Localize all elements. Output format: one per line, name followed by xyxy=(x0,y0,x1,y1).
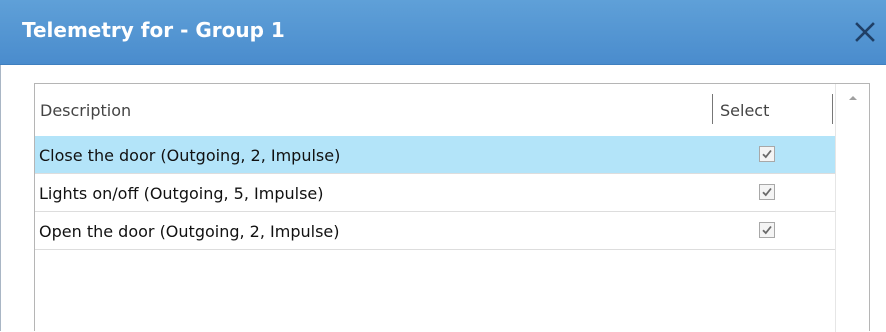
table-row[interactable]: Open the door (Outgoing, 2, Impulse) xyxy=(35,212,835,250)
checkmark-icon xyxy=(762,187,772,197)
select-checkbox[interactable] xyxy=(759,146,775,162)
window-title: Telemetry for - Group 1 xyxy=(22,18,285,42)
column-header-select[interactable]: Select xyxy=(720,101,769,120)
title-bar: Telemetry for - Group 1 xyxy=(0,0,886,65)
row-description: Lights on/off (Outgoing, 5, Impulse) xyxy=(39,184,324,203)
telemetry-dialog: Telemetry for - Group 1 Description Sele… xyxy=(0,0,886,332)
telemetry-table: Description Select Close the door (Outgo… xyxy=(34,83,870,332)
table-header: Description Select xyxy=(35,84,835,137)
table-row[interactable]: Lights on/off (Outgoing, 5, Impulse) xyxy=(35,174,835,212)
select-checkbox[interactable] xyxy=(759,222,775,238)
chevron-up-icon[interactable] xyxy=(848,94,858,102)
table-row[interactable]: Close the door (Outgoing, 2, Impulse) xyxy=(35,136,835,174)
column-separator[interactable] xyxy=(712,94,713,124)
close-button[interactable] xyxy=(848,14,882,50)
column-header-description[interactable]: Description xyxy=(40,101,131,120)
checkmark-icon xyxy=(762,225,772,235)
column-separator[interactable] xyxy=(832,94,833,124)
table-body: Close the door (Outgoing, 2, Impulse) Li… xyxy=(35,136,835,250)
close-icon xyxy=(855,22,875,42)
checkmark-icon xyxy=(762,149,772,159)
row-description: Close the door (Outgoing, 2, Impulse) xyxy=(39,146,341,165)
vertical-scrollbar[interactable] xyxy=(835,84,869,332)
dialog-content: Description Select Close the door (Outgo… xyxy=(0,65,886,332)
row-description: Open the door (Outgoing, 2, Impulse) xyxy=(39,222,340,241)
select-checkbox[interactable] xyxy=(759,184,775,200)
